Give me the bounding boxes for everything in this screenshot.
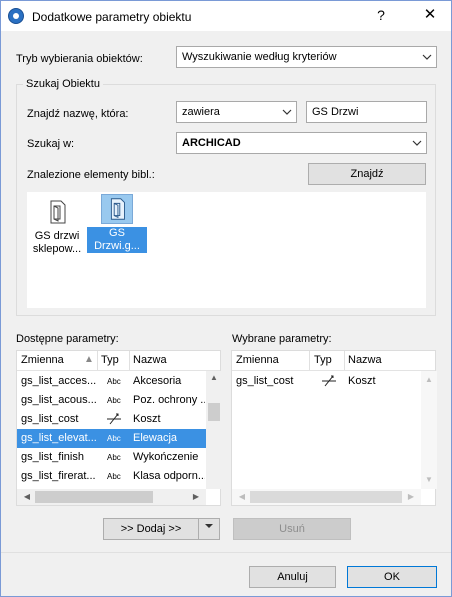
available-params-list[interactable]: Zmienna ▲ Typ Nazwa gs_list_acces... Abc… xyxy=(16,350,222,506)
table-row[interactable]: gs_list_finish Abc Wykończenie xyxy=(17,448,206,467)
add-options-dropdown[interactable] xyxy=(198,518,220,540)
text-type-icon: Abc xyxy=(107,377,121,386)
library-item-name: GS drzwi sklepow... xyxy=(32,230,82,255)
dialog-window: Dodatkowe parametry obiektu ? ✕ Tryb wyb… xyxy=(0,0,452,597)
mode-select-value: Wyszukiwanie według kryteriów xyxy=(182,51,337,63)
library-item-selected[interactable]: GS Drzwi.g... xyxy=(87,194,147,253)
selected-params-list[interactable]: Zmienna Typ Nazwa gs_list_cost Koszt ▲ ▼… xyxy=(231,350,437,506)
table-row-selected[interactable]: gs_list_elevat... Abc Elewacja xyxy=(17,429,206,448)
list-header: Zmienna Typ Nazwa xyxy=(232,351,435,371)
real-number-icon xyxy=(106,412,122,429)
column-name[interactable]: Nazwa xyxy=(348,354,382,366)
scroll-thumb[interactable] xyxy=(35,491,153,503)
chevron-down-icon xyxy=(282,105,292,122)
scroll-down-icon[interactable]: ▼ xyxy=(421,475,437,484)
condition-select[interactable]: zawiera xyxy=(176,101,297,123)
scroll-left-icon[interactable]: ◀ xyxy=(19,492,35,501)
real-number-icon xyxy=(321,374,337,391)
close-button[interactable]: ✕ xyxy=(418,5,442,25)
text-type-icon: Abc xyxy=(107,434,121,443)
horizontal-scrollbar[interactable]: ◀ ▶ xyxy=(232,489,421,505)
cancel-button[interactable]: Anuluj xyxy=(249,566,336,588)
scroll-thumb[interactable] xyxy=(208,403,220,421)
scroll-thumb[interactable] xyxy=(250,491,402,503)
table-row[interactable]: gs_list_acces... Abc Akcesoria xyxy=(17,372,206,391)
sort-ascending-icon: ▲ xyxy=(84,354,94,365)
scroll-up-icon[interactable]: ▲ xyxy=(421,375,437,384)
mode-select[interactable]: Wyszukiwanie według kryteriów xyxy=(176,46,437,68)
available-params-label: Dostępne parametry: xyxy=(16,333,119,345)
door-object-icon xyxy=(41,197,73,227)
scroll-left-icon[interactable]: ◀ xyxy=(234,492,250,501)
find-button[interactable]: Znajdź xyxy=(308,163,426,185)
table-row[interactable]: gs_list_cost Koszt xyxy=(17,410,206,429)
scroll-up-icon[interactable]: ▲ xyxy=(206,373,222,382)
vertical-scrollbar[interactable]: ▲ xyxy=(206,371,222,489)
scroll-right-icon[interactable]: ▶ xyxy=(188,492,204,501)
column-type[interactable]: Typ xyxy=(314,354,332,366)
horizontal-scrollbar[interactable]: ◀ ▶ xyxy=(17,489,206,505)
chevron-down-icon xyxy=(204,524,214,536)
scroll-right-icon[interactable]: ▶ xyxy=(403,492,419,501)
find-name-label: Znajdź nazwę, która: xyxy=(27,108,129,120)
title-bar[interactable]: Dodatkowe parametry obiektu ? ✕ xyxy=(1,1,451,31)
library-item-name: GS Drzwi.g... xyxy=(87,227,147,253)
door-object-icon xyxy=(101,194,133,224)
found-items-label: Znalezione elementy bibl.: xyxy=(27,169,155,181)
library-item[interactable]: GS drzwi sklepow... xyxy=(27,197,87,256)
vertical-scrollbar[interactable]: ▲ ▼ xyxy=(421,371,437,489)
remove-button[interactable]: Usuń xyxy=(233,518,351,540)
search-text-input[interactable]: GS Drzwi xyxy=(306,101,427,123)
chevron-down-icon xyxy=(422,50,432,67)
archicad-app-icon xyxy=(8,8,24,24)
column-variable[interactable]: Zmienna xyxy=(236,354,279,366)
table-row[interactable]: gs_list_firerat... Abc Klasa odporn... xyxy=(17,467,206,486)
search-in-value: ARCHICAD xyxy=(182,137,241,149)
help-button[interactable]: ? xyxy=(371,7,391,25)
search-in-select[interactable]: ARCHICAD xyxy=(176,132,427,154)
search-in-label: Szukaj w: xyxy=(27,138,75,150)
list-header: Zmienna ▲ Typ Nazwa xyxy=(17,351,220,371)
found-items-list[interactable]: GS drzwi sklepow... GS Drzwi.g... xyxy=(27,192,426,308)
search-text-value: GS Drzwi xyxy=(312,106,359,118)
column-variable[interactable]: Zmienna xyxy=(21,354,64,366)
text-type-icon: Abc xyxy=(107,453,121,462)
ok-button[interactable]: OK xyxy=(347,566,437,588)
text-type-icon: Abc xyxy=(107,396,121,405)
column-name[interactable]: Nazwa xyxy=(133,354,167,366)
window-title: Dodatkowe parametry obiektu xyxy=(32,10,192,24)
chevron-down-icon xyxy=(412,136,422,153)
table-row[interactable]: gs_list_acous... Abc Poz. ochrony ... xyxy=(17,391,206,410)
search-group-title: Szukaj Obiektu xyxy=(23,78,103,90)
table-row[interactable]: gs_list_cost Koszt xyxy=(232,372,421,391)
column-type[interactable]: Typ xyxy=(101,354,119,366)
condition-select-value: zawiera xyxy=(182,106,220,118)
selected-params-label: Wybrane parametry: xyxy=(232,333,332,345)
add-button[interactable]: >> Dodaj >> xyxy=(103,518,199,540)
text-type-icon: Abc xyxy=(107,472,121,481)
mode-label: Tryb wybierania obiektów: xyxy=(16,53,143,65)
